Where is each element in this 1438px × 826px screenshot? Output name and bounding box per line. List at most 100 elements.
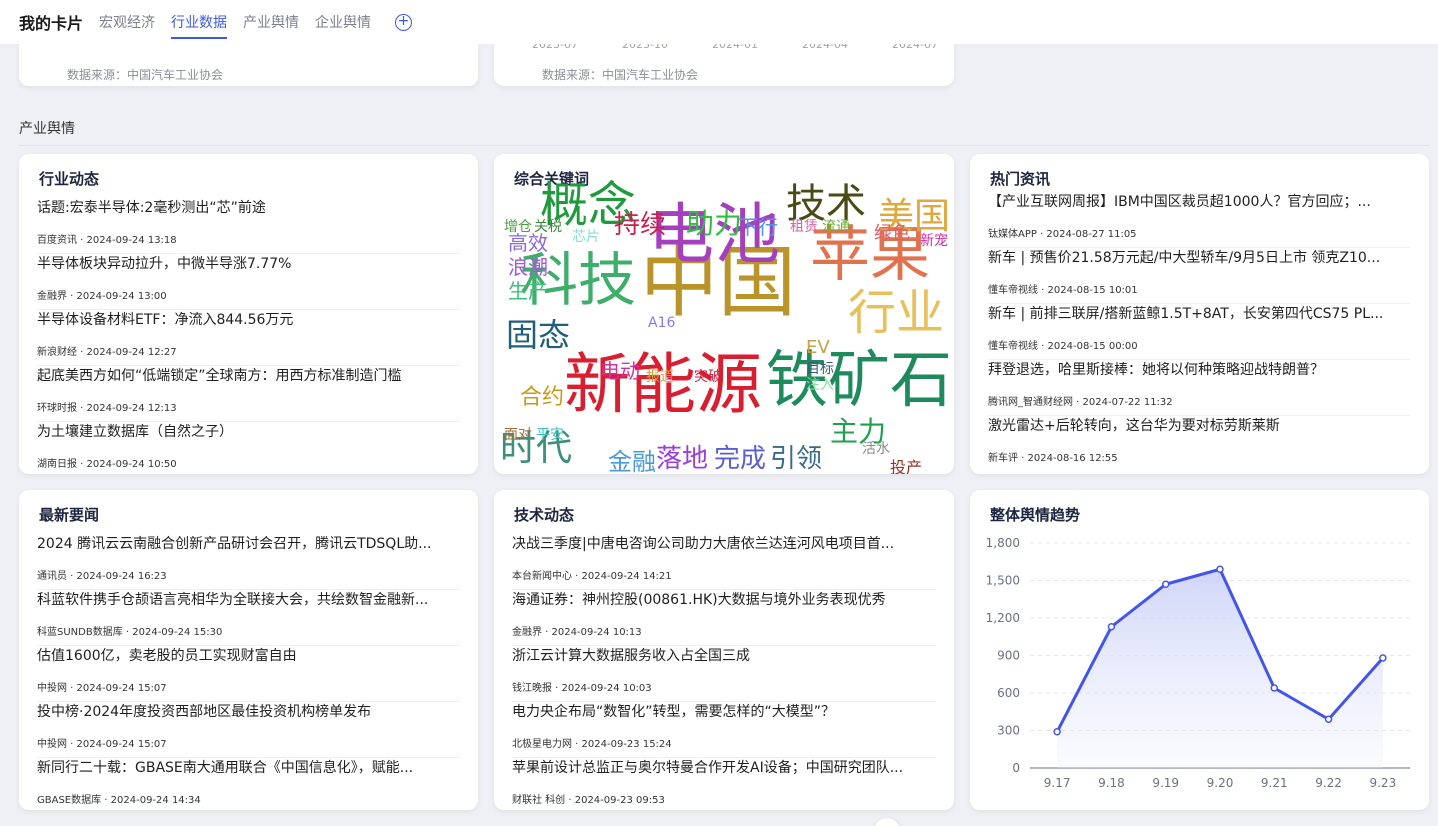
y-tick-label: 1,200 xyxy=(986,611,1020,625)
tab-industry-data[interactable]: 行业数据 xyxy=(171,8,228,39)
scroll-indicator[interactable] xyxy=(874,818,900,826)
news-title[interactable]: 为土壤建立数据库（自然之子） xyxy=(37,422,460,442)
keyword[interactable]: 金融 xyxy=(608,450,656,474)
news-title[interactable]: 激光雷达+后轮转向，这台华为要对标劳斯莱斯 xyxy=(988,416,1411,436)
list-item[interactable]: 新车 | 前排三联屏/搭新蓝鲸1.5T+8AT，长安第四代CS75 PL... 懂… xyxy=(988,304,1411,360)
tab-macro-economy[interactable]: 宏观经济 xyxy=(99,8,155,36)
keyword[interactable]: 平安 xyxy=(536,428,564,442)
keyword[interactable]: 租赁 xyxy=(790,220,818,234)
list-item[interactable]: 投中榜·2024年度投资西部地区最佳投资机构榜单发布 中投网 · 2024-09-… xyxy=(37,702,460,758)
x-tick-label: 9.21 xyxy=(1261,776,1288,790)
keyword[interactable]: 持续 xyxy=(614,212,666,238)
tab-industry-sentiment[interactable]: 产业舆情 xyxy=(243,8,299,36)
news-title[interactable]: 半导体板块异动拉升，中微半导涨7.77% xyxy=(37,254,460,274)
list-item[interactable]: 激光雷达+后轮转向，这台华为要对标劳斯莱斯新车评 · 2024-08-16 12… xyxy=(988,416,1411,472)
list-item[interactable]: 新车 | 预售价21.58万元起/中大型轿车/9月5日上市 领克Z10... 懂车… xyxy=(988,248,1411,304)
news-list: 【产业互联网周报】IBM中国区裁员超1000人？官方回应；... 钛媒体APP ·… xyxy=(988,192,1411,472)
news-title[interactable]: 苹果前设计总监正与奥尔特曼合作开发AI设备；中国研究团队... xyxy=(512,758,936,778)
news-meta: 通讯员 · 2024-09-24 16:23 xyxy=(37,571,167,582)
news-title[interactable]: 话题:宏泰半导体:2毫秒测出“芯”前途 xyxy=(37,198,460,218)
keyword[interactable]: 电动 xyxy=(600,361,640,381)
add-tab-icon[interactable]: + xyxy=(395,13,413,31)
x-tick-label: 9.22 xyxy=(1315,776,1342,790)
news-title[interactable]: 浙江云计算大数据服务收入占全国三成 xyxy=(512,646,936,666)
list-item[interactable]: 【产业互联网周报】IBM中国区裁员超1000人？官方回应；... 钛媒体APP ·… xyxy=(988,192,1411,248)
news-title[interactable]: 投中榜·2024年度投资西部地区最佳投资机构榜单发布 xyxy=(37,702,460,722)
keyword[interactable]: 固态 xyxy=(506,319,570,351)
keyword[interactable]: 新宠 xyxy=(920,234,948,248)
keyword[interactable]: 下行 xyxy=(738,217,778,237)
keyword[interactable]: 芯片 xyxy=(572,230,600,244)
data-point xyxy=(1053,728,1061,736)
keyword[interactable]: 活水 xyxy=(862,442,890,456)
list-item[interactable]: 苹果前设计总监正与奥尔特曼合作开发AI设备；中国研究团队... 财联社 科创 · … xyxy=(512,758,936,810)
keyword[interactable]: 完成 xyxy=(714,446,766,472)
keyword[interactable]: 铁矿石 xyxy=(766,349,952,411)
keyword[interactable]: 行业 xyxy=(848,289,944,337)
y-tick-label: 600 xyxy=(997,686,1020,700)
keyword[interactable]: 高效 xyxy=(508,233,548,253)
keyword[interactable]: 目标 xyxy=(806,362,834,376)
list-item[interactable]: 电力央企布局“数智化”转型，需要怎样的“大模型”？ 北极星电力网 · 2024-0… xyxy=(512,702,936,758)
keyword[interactable]: 助力 xyxy=(686,210,742,238)
keyword[interactable]: 面对 xyxy=(504,428,532,442)
news-title[interactable]: 电力央企布局“数智化”转型，需要怎样的“大模型”？ xyxy=(512,702,936,722)
keyword[interactable]: 增仓 xyxy=(504,220,532,234)
news-meta: 新车评 · 2024-08-16 12:55 xyxy=(988,453,1118,464)
list-item[interactable]: 半导体板块异动拉升，中微半导涨7.77% 金融界 · 2024-09-24 13:… xyxy=(37,254,460,310)
keyword[interactable]: EV xyxy=(806,338,830,357)
keyword[interactable]: 流通 xyxy=(822,220,850,234)
y-tick-label: 1,500 xyxy=(986,574,1020,588)
list-item[interactable]: 拜登退选，哈里斯接棒：她将以何种策略迎战特朗普？ 腾讯网_智通财经网 · 2024… xyxy=(988,360,1411,416)
list-item[interactable]: 起底美西方如何“低端锁定”全球南方：用西方标准制造门槛 环球时报 · 2024-0… xyxy=(37,366,460,422)
tab-company-sentiment[interactable]: 企业舆情 xyxy=(315,8,371,36)
data-point xyxy=(1161,580,1170,588)
latest-news-card: 最新要闻 2024 腾讯云云南融合创新产品研讨会召开，腾讯云TDSQL助... 通… xyxy=(19,490,478,810)
keyword[interactable]: A16 xyxy=(648,316,675,330)
list-item[interactable]: 新同行二十载：GBASE南大通用联合《中国信息化》，赋能... GBASE数据库 … xyxy=(37,758,460,810)
x-tick-label: 9.23 xyxy=(1369,776,1396,790)
keyword[interactable]: 引领 xyxy=(770,446,822,472)
list-item[interactable]: 浙江云计算大数据服务收入占全国三成钱江晚报 · 2024-09-24 10:03 xyxy=(512,646,936,702)
news-title[interactable]: 海通证券：神州控股(00861.HK)大数据与境外业务表现优秀 xyxy=(512,590,936,610)
data-point xyxy=(1270,684,1279,692)
list-item[interactable]: 话题:宏泰半导体:2毫秒测出“芯”前途 百度资讯 · 2024-09-24 13:… xyxy=(37,198,460,254)
news-meta: 钱江晚报 · 2024-09-24 10:03 xyxy=(512,683,652,694)
keyword[interactable]: 技术 xyxy=(786,184,866,224)
data-point xyxy=(1216,565,1224,573)
data-source-label: 数据来源：中国汽车工业协会 xyxy=(67,68,224,82)
news-list: 话题:宏泰半导体:2毫秒测出“芯”前途 百度资讯 · 2024-09-24 13:… xyxy=(37,198,460,474)
keyword[interactable]: 合约 xyxy=(520,387,564,409)
list-item[interactable]: 半导体设备材料ETF：净流入844.56万元新浪财经 · 2024-09-24 … xyxy=(37,310,460,366)
keyword[interactable]: 报道 xyxy=(646,370,674,384)
news-title[interactable]: 科蓝软件携手仓颉语言亮相华为全联接大会，共绘数智金融新... xyxy=(37,590,460,610)
list-item[interactable]: 决战三季度|中唐电咨询公司助力大唐依兰达连河风电项目首... 本台新闻中心 · 2… xyxy=(512,534,936,590)
hot-news-card: 热门资讯 【产业互联网周报】IBM中国区裁员超1000人？官方回应；... 钛媒体… xyxy=(970,154,1429,474)
news-title[interactable]: 新同行二十载：GBASE南大通用联合《中国信息化》，赋能... xyxy=(37,758,460,778)
keyword[interactable]: 落地 xyxy=(656,446,708,472)
news-title[interactable]: 【产业互联网周报】IBM中国区裁员超1000人？官方回应；... xyxy=(988,192,1411,212)
keyword[interactable]: 生产 xyxy=(508,281,548,301)
news-title[interactable]: 新车 | 预售价21.58万元起/中大型轿车/9月5日上市 领克Z10... xyxy=(988,248,1411,268)
keyword[interactable]: 关税 xyxy=(534,220,562,234)
news-title[interactable]: 新车 | 前排三联屏/搭新蓝鲸1.5T+8AT，长安第四代CS75 PL... xyxy=(988,304,1411,324)
news-meta: 新浪财经 · 2024-09-24 12:27 xyxy=(37,347,177,358)
y-tick-label: 0 xyxy=(1012,761,1020,775)
keyword[interactable]: 投产 xyxy=(890,460,922,474)
news-title[interactable]: 2024 腾讯云云南融合创新产品研讨会召开，腾讯云TDSQL助... xyxy=(37,534,460,554)
keyword[interactable]: 注入 xyxy=(806,378,834,392)
industry-news-card: 行业动态 话题:宏泰半导体:2毫秒测出“芯”前途 百度资讯 · 2024-09-2… xyxy=(19,154,478,474)
news-title[interactable]: 起底美西方如何“低端锁定”全球南方：用西方标准制造门槛 xyxy=(37,366,460,386)
list-item[interactable]: 科蓝软件携手仓颉语言亮相华为全联接大会，共绘数智金融新... 科蓝SUNDB数据库… xyxy=(37,590,460,646)
list-item[interactable]: 为土壤建立数据库（自然之子） 湖南日报 · 2024-09-24 10:50 xyxy=(37,422,460,474)
list-item[interactable]: 海通证券：神州控股(00861.HK)大数据与境外业务表现优秀 金融界 · 202… xyxy=(512,590,936,646)
keyword[interactable]: 绿色 xyxy=(874,224,910,243)
list-item[interactable]: 2024 腾讯云云南融合创新产品研讨会召开，腾讯云TDSQL助... 通讯员 · … xyxy=(37,534,460,590)
list-item[interactable]: 估值1600亿，卖老股的员工实现财富自由 中投网 · 2024-09-24 15:… xyxy=(37,646,460,702)
news-title[interactable]: 决战三季度|中唐电咨询公司助力大唐依兰达连河风电项目首... xyxy=(512,534,936,554)
news-title[interactable]: 拜登退选，哈里斯接棒：她将以何种策略迎战特朗普？ xyxy=(988,360,1411,380)
keyword[interactable]: 浪潮 xyxy=(508,257,548,277)
keyword[interactable]: 突破 xyxy=(694,370,722,384)
news-title[interactable]: 估值1600亿，卖老股的员工实现财富自由 xyxy=(37,646,460,666)
news-title[interactable]: 半导体设备材料ETF：净流入844.56万元 xyxy=(37,310,460,330)
